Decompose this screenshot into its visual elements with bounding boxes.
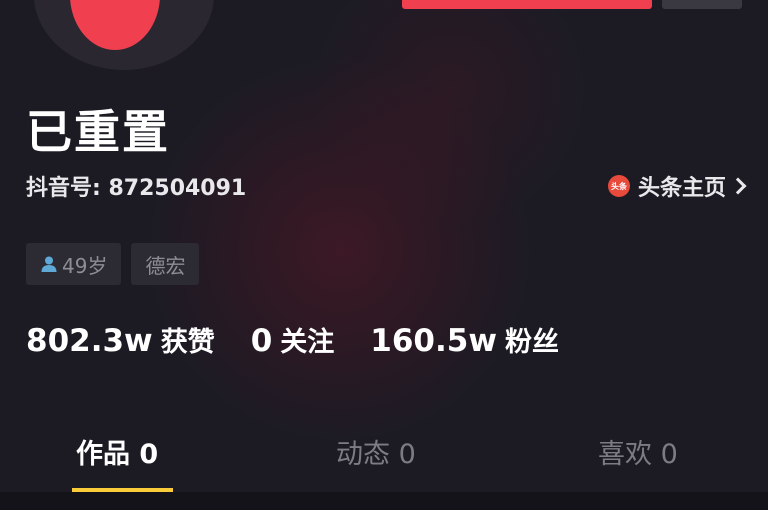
age-label: 49岁 [62,253,108,278]
more-button[interactable] [662,0,742,9]
douyin-id: 抖音号: 872504091 [26,176,247,201]
toutiao-homepage-link[interactable]: 头条 头条主页 [607,170,747,202]
person-icon [41,256,57,272]
follow-button[interactable] [402,0,652,9]
chevron-right-icon [729,177,747,195]
profile-tags: 49岁 德宏 [26,243,200,285]
toutiao-label: 头条主页 [637,176,726,201]
location-label: 德宏 [145,253,186,278]
toutiao-icon: 头条 [607,175,630,197]
following-count: 0 [250,323,273,359]
age-tag: 49岁 [26,243,122,285]
likes-stat[interactable]: 802.3w 获赞 [26,320,215,359]
followers-label: 粉丝 [504,327,559,358]
tab-activity[interactable]: 动态 0 [336,432,416,471]
following-label: 关注 [280,327,335,358]
tab-likes[interactable]: 喜欢 0 [598,432,678,471]
followers-count: 160.5w [370,323,497,359]
background-glow-top [300,0,600,220]
profile-page: 已重置 抖音号: 872504091 头条 头条主页 49岁 德宏 802.3w… [0,0,768,510]
profile-tabs: 作品 0 动态 0 喜欢 0 [0,420,768,492]
content-area-top [0,492,768,510]
following-stat[interactable]: 0 关注 [251,320,335,359]
tab-works[interactable]: 作品 0 [76,432,158,471]
likes-label: 获赞 [160,327,215,358]
followers-stat[interactable]: 160.5w 粉丝 [370,320,559,359]
likes-count: 802.3w [26,323,153,359]
location-tag: 德宏 [131,243,200,285]
profile-stats: 802.3w 获赞 0 关注 160.5w 粉丝 [26,320,595,359]
profile-nickname: 已重置 [26,105,170,159]
background-glow [150,60,530,440]
